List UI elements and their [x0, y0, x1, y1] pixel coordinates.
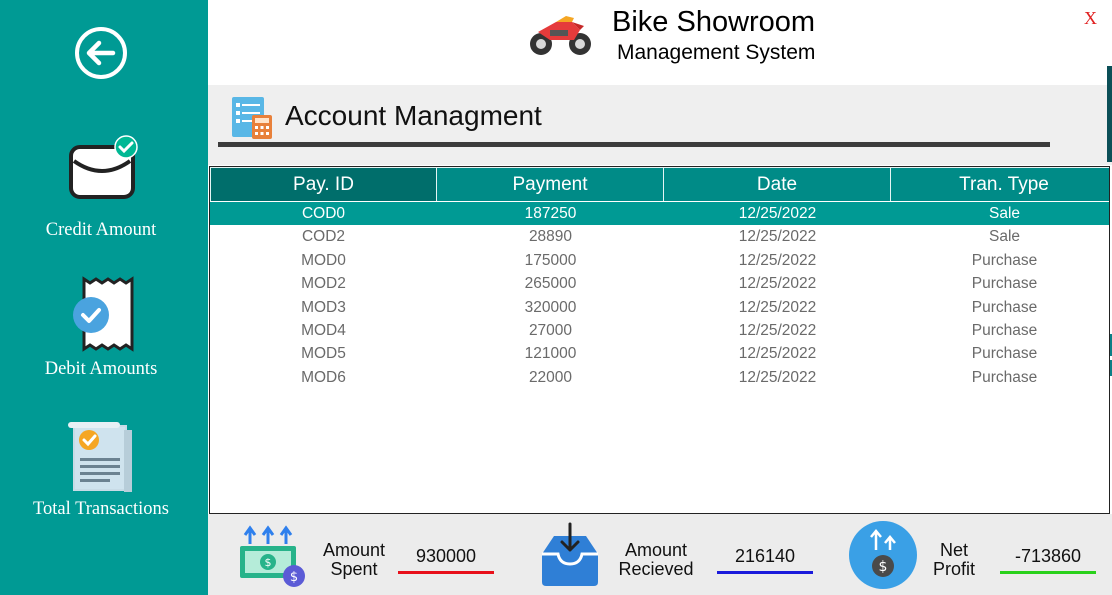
sidebar-item-label: Credit Amount [45, 220, 157, 240]
sidebar-item-debit-amounts[interactable]: Debit Amounts [0, 275, 208, 385]
amount-received-underline [717, 571, 813, 574]
amount-spent-label-line2: Spent [330, 559, 378, 579]
summary-footer: $ $ Amount Spent 930000 Amount Recieved … [208, 514, 1112, 595]
svg-text:$: $ [879, 559, 888, 575]
cell-payment: 28890 [528, 228, 573, 246]
net-profit-value: -713860 [1014, 546, 1082, 566]
column-header-tran-type[interactable]: Tran. Type [891, 167, 1109, 201]
section-header: Account Managment [208, 85, 1112, 165]
net-profit-underline [1000, 571, 1096, 574]
column-header-date[interactable]: Date [664, 167, 891, 201]
cell-pay-id: MOD0 [301, 251, 346, 269]
cell-tran-type: Purchase [971, 345, 1038, 363]
money-up-icon: $ $ [240, 525, 305, 587]
table-row[interactable]: COD0 187250 12/25/2022 Sale [210, 202, 1109, 226]
cell-tran-type: Sale [988, 228, 1021, 246]
amount-spent-value: 930000 [415, 546, 477, 566]
svg-text:$: $ [265, 556, 272, 569]
app-subtitle: Management System [617, 41, 816, 64]
cell-tran-type: Purchase [971, 368, 1038, 386]
table-body: COD0 187250 12/25/2022 Sale COD2 28890 1… [210, 202, 1109, 389]
table-row[interactable]: MOD4 27000 12/25/2022 Purchase [210, 319, 1109, 342]
amount-spent-label-line1: Amount [322, 540, 386, 560]
cell-date: 12/25/2022 [738, 205, 817, 222]
inbox-download-icon [542, 522, 598, 586]
cell-date: 12/25/2022 [738, 345, 817, 363]
amount-received-label-line2: Recieved [618, 559, 694, 579]
sidebar-item-credit-amount[interactable]: Credit Amount [0, 135, 208, 245]
table-row[interactable]: MOD5 121000 12/25/2022 Purchase [210, 342, 1109, 365]
cell-payment: 22000 [528, 368, 573, 386]
app-header: Bike Showroom Management System X [208, 0, 1112, 85]
amount-received-value: 216140 [734, 546, 796, 566]
section-divider [218, 142, 1050, 147]
cell-payment: 175000 [524, 251, 577, 269]
amount-spent-underline [398, 571, 494, 574]
table-row[interactable]: MOD2 265000 12/25/2022 Purchase [210, 272, 1109, 295]
cell-tran-type: Purchase [971, 251, 1038, 269]
cell-tran-type: Purchase [971, 275, 1038, 293]
close-button[interactable]: X [1084, 8, 1097, 29]
transactions-table[interactable]: Pay. ID Payment Date Tran. Type COD0 187… [209, 166, 1110, 514]
dollar-profit-icon: $ [849, 521, 917, 589]
cell-pay-id: COD0 [301, 205, 346, 222]
back-button[interactable] [74, 26, 128, 80]
table-row[interactable]: MOD3 320000 12/25/2022 Purchase [210, 296, 1109, 319]
column-header-payment[interactable]: Payment [437, 167, 664, 201]
amount-received-label-line1: Amount [624, 540, 688, 560]
cell-payment: 265000 [524, 275, 577, 293]
cell-tran-type: Purchase [971, 298, 1038, 316]
edge-accent [1107, 66, 1112, 162]
sidebar: Credit Amount Debit Amounts Total Transa… [0, 0, 208, 595]
account-calculator-icon [232, 97, 272, 139]
cell-date: 12/25/2022 [738, 275, 817, 293]
cell-pay-id: MOD4 [301, 321, 346, 339]
table-header: Pay. ID Payment Date Tran. Type [210, 167, 1109, 201]
cell-date: 12/25/2022 [738, 298, 817, 316]
sidebar-item-total-transactions[interactable]: Total Transactions [0, 420, 208, 540]
net-profit-label-line1: Net [939, 540, 968, 560]
cell-pay-id: MOD6 [301, 368, 346, 386]
sidebar-item-label: Total Transactions [33, 499, 169, 519]
cell-payment: 121000 [524, 345, 577, 363]
receipt-check-icon [73, 276, 134, 352]
cell-date: 12/25/2022 [738, 228, 817, 246]
sidebar-item-label: Debit Amounts [44, 359, 158, 379]
cell-payment: 27000 [528, 321, 573, 339]
document-check-icon [68, 422, 132, 492]
page-title: Account Managment [285, 100, 542, 131]
back-arrow-icon [75, 27, 127, 79]
motorbike-logo-icon [530, 16, 591, 55]
cell-pay-id: MOD2 [301, 275, 346, 293]
net-profit-label-line2: Profit [932, 559, 975, 579]
app-title: Bike Showroom [612, 6, 816, 38]
cell-pay-id: MOD3 [301, 298, 346, 316]
table-row[interactable]: MOD6 22000 12/25/2022 Purchase [210, 366, 1109, 389]
credit-envelope-icon [69, 135, 138, 199]
table-row[interactable]: COD2 28890 12/25/2022 Sale [210, 225, 1109, 248]
cell-pay-id: COD2 [301, 228, 346, 246]
table-row[interactable]: MOD0 175000 12/25/2022 Purchase [210, 249, 1109, 272]
cell-payment: 187250 [524, 205, 577, 222]
cell-pay-id: MOD5 [301, 345, 346, 363]
amount-spent-label: Amount Spent [316, 541, 392, 579]
amount-received-label: Amount Recieved [614, 541, 698, 579]
cell-date: 12/25/2022 [738, 321, 817, 339]
net-profit-label: Net Profit [920, 541, 988, 579]
column-header-pay-id[interactable]: Pay. ID [210, 167, 437, 201]
cell-tran-type: Purchase [971, 321, 1038, 339]
cell-tran-type: Sale [988, 205, 1021, 222]
cell-date: 12/25/2022 [738, 251, 817, 269]
cell-date: 12/25/2022 [738, 368, 817, 386]
svg-text:$: $ [290, 570, 298, 585]
cell-payment: 320000 [524, 298, 577, 316]
